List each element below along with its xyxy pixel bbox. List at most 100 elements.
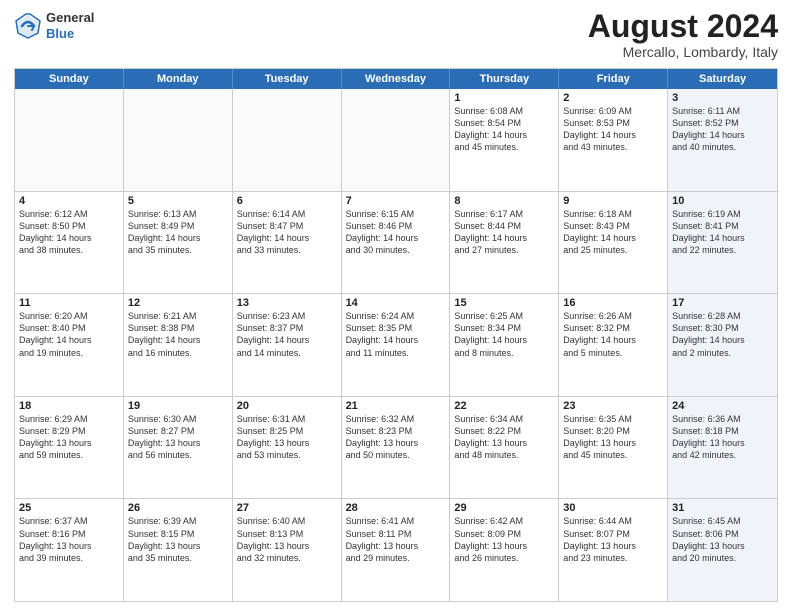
calendar-body: 1Sunrise: 6:08 AM Sunset: 8:54 PM Daylig… <box>15 89 777 601</box>
day-info: Sunrise: 6:41 AM Sunset: 8:11 PM Dayligh… <box>346 515 446 564</box>
day-info: Sunrise: 6:31 AM Sunset: 8:25 PM Dayligh… <box>237 413 337 462</box>
day-info: Sunrise: 6:44 AM Sunset: 8:07 PM Dayligh… <box>563 515 663 564</box>
cal-cell-6: 6Sunrise: 6:14 AM Sunset: 8:47 PM Daylig… <box>233 192 342 294</box>
day-info: Sunrise: 6:13 AM Sunset: 8:49 PM Dayligh… <box>128 208 228 257</box>
day-number: 11 <box>19 297 119 309</box>
day-info: Sunrise: 6:11 AM Sunset: 8:52 PM Dayligh… <box>672 105 773 154</box>
day-info: Sunrise: 6:24 AM Sunset: 8:35 PM Dayligh… <box>346 310 446 359</box>
day-number: 5 <box>128 195 228 207</box>
day-info: Sunrise: 6:30 AM Sunset: 8:27 PM Dayligh… <box>128 413 228 462</box>
cal-cell-5: 5Sunrise: 6:13 AM Sunset: 8:49 PM Daylig… <box>124 192 233 294</box>
cal-week-4: 25Sunrise: 6:37 AM Sunset: 8:16 PM Dayli… <box>15 498 777 601</box>
page: General Blue August 2024 Mercallo, Lomba… <box>0 0 792 612</box>
day-number: 22 <box>454 400 554 412</box>
day-info: Sunrise: 6:21 AM Sunset: 8:38 PM Dayligh… <box>128 310 228 359</box>
day-info: Sunrise: 6:19 AM Sunset: 8:41 PM Dayligh… <box>672 208 773 257</box>
cal-cell-empty <box>124 89 233 191</box>
calendar: SundayMondayTuesdayWednesdayThursdayFrid… <box>14 68 778 602</box>
cal-week-2: 11Sunrise: 6:20 AM Sunset: 8:40 PM Dayli… <box>15 293 777 396</box>
day-info: Sunrise: 6:15 AM Sunset: 8:46 PM Dayligh… <box>346 208 446 257</box>
cal-cell-21: 21Sunrise: 6:32 AM Sunset: 8:23 PM Dayli… <box>342 397 451 499</box>
cal-cell-26: 26Sunrise: 6:39 AM Sunset: 8:15 PM Dayli… <box>124 499 233 601</box>
cal-cell-27: 27Sunrise: 6:40 AM Sunset: 8:13 PM Dayli… <box>233 499 342 601</box>
cal-cell-empty <box>342 89 451 191</box>
day-number: 14 <box>346 297 446 309</box>
day-info: Sunrise: 6:42 AM Sunset: 8:09 PM Dayligh… <box>454 515 554 564</box>
day-info: Sunrise: 6:29 AM Sunset: 8:29 PM Dayligh… <box>19 413 119 462</box>
day-info: Sunrise: 6:32 AM Sunset: 8:23 PM Dayligh… <box>346 413 446 462</box>
cal-cell-12: 12Sunrise: 6:21 AM Sunset: 8:38 PM Dayli… <box>124 294 233 396</box>
logo-blue: Blue <box>46 26 94 42</box>
cal-cell-3: 3Sunrise: 6:11 AM Sunset: 8:52 PM Daylig… <box>668 89 777 191</box>
cal-cell-empty <box>233 89 342 191</box>
day-number: 1 <box>454 92 554 104</box>
title-month: August 2024 <box>588 10 778 42</box>
cal-header-wednesday: Wednesday <box>342 69 451 89</box>
cal-header-friday: Friday <box>559 69 668 89</box>
day-info: Sunrise: 6:39 AM Sunset: 8:15 PM Dayligh… <box>128 515 228 564</box>
day-number: 3 <box>672 92 773 104</box>
cal-header-saturday: Saturday <box>668 69 777 89</box>
cal-cell-29: 29Sunrise: 6:42 AM Sunset: 8:09 PM Dayli… <box>450 499 559 601</box>
day-number: 29 <box>454 502 554 514</box>
day-info: Sunrise: 6:26 AM Sunset: 8:32 PM Dayligh… <box>563 310 663 359</box>
cal-cell-28: 28Sunrise: 6:41 AM Sunset: 8:11 PM Dayli… <box>342 499 451 601</box>
cal-cell-11: 11Sunrise: 6:20 AM Sunset: 8:40 PM Dayli… <box>15 294 124 396</box>
cal-cell-13: 13Sunrise: 6:23 AM Sunset: 8:37 PM Dayli… <box>233 294 342 396</box>
title-location: Mercallo, Lombardy, Italy <box>588 44 778 60</box>
day-info: Sunrise: 6:23 AM Sunset: 8:37 PM Dayligh… <box>237 310 337 359</box>
day-number: 23 <box>563 400 663 412</box>
cal-week-0: 1Sunrise: 6:08 AM Sunset: 8:54 PM Daylig… <box>15 89 777 191</box>
day-info: Sunrise: 6:17 AM Sunset: 8:44 PM Dayligh… <box>454 208 554 257</box>
day-info: Sunrise: 6:12 AM Sunset: 8:50 PM Dayligh… <box>19 208 119 257</box>
cal-cell-24: 24Sunrise: 6:36 AM Sunset: 8:18 PM Dayli… <box>668 397 777 499</box>
logo-general: General <box>46 10 94 26</box>
day-number: 9 <box>563 195 663 207</box>
day-number: 27 <box>237 502 337 514</box>
cal-cell-23: 23Sunrise: 6:35 AM Sunset: 8:20 PM Dayli… <box>559 397 668 499</box>
cal-cell-2: 2Sunrise: 6:09 AM Sunset: 8:53 PM Daylig… <box>559 89 668 191</box>
day-number: 6 <box>237 195 337 207</box>
cal-cell-4: 4Sunrise: 6:12 AM Sunset: 8:50 PM Daylig… <box>15 192 124 294</box>
day-number: 17 <box>672 297 773 309</box>
cal-cell-7: 7Sunrise: 6:15 AM Sunset: 8:46 PM Daylig… <box>342 192 451 294</box>
cal-cell-25: 25Sunrise: 6:37 AM Sunset: 8:16 PM Dayli… <box>15 499 124 601</box>
day-info: Sunrise: 6:37 AM Sunset: 8:16 PM Dayligh… <box>19 515 119 564</box>
day-number: 28 <box>346 502 446 514</box>
logo-text: General Blue <box>46 10 94 41</box>
cal-cell-1: 1Sunrise: 6:08 AM Sunset: 8:54 PM Daylig… <box>450 89 559 191</box>
cal-header-monday: Monday <box>124 69 233 89</box>
cal-header-sunday: Sunday <box>15 69 124 89</box>
cal-cell-14: 14Sunrise: 6:24 AM Sunset: 8:35 PM Dayli… <box>342 294 451 396</box>
day-info: Sunrise: 6:45 AM Sunset: 8:06 PM Dayligh… <box>672 515 773 564</box>
cal-cell-30: 30Sunrise: 6:44 AM Sunset: 8:07 PM Dayli… <box>559 499 668 601</box>
day-number: 10 <box>672 195 773 207</box>
cal-header-tuesday: Tuesday <box>233 69 342 89</box>
day-number: 19 <box>128 400 228 412</box>
day-info: Sunrise: 6:25 AM Sunset: 8:34 PM Dayligh… <box>454 310 554 359</box>
day-number: 25 <box>19 502 119 514</box>
day-info: Sunrise: 6:18 AM Sunset: 8:43 PM Dayligh… <box>563 208 663 257</box>
day-number: 26 <box>128 502 228 514</box>
day-number: 8 <box>454 195 554 207</box>
cal-cell-17: 17Sunrise: 6:28 AM Sunset: 8:30 PM Dayli… <box>668 294 777 396</box>
day-number: 31 <box>672 502 773 514</box>
day-number: 30 <box>563 502 663 514</box>
day-info: Sunrise: 6:36 AM Sunset: 8:18 PM Dayligh… <box>672 413 773 462</box>
day-info: Sunrise: 6:14 AM Sunset: 8:47 PM Dayligh… <box>237 208 337 257</box>
cal-week-3: 18Sunrise: 6:29 AM Sunset: 8:29 PM Dayli… <box>15 396 777 499</box>
day-number: 7 <box>346 195 446 207</box>
cal-cell-8: 8Sunrise: 6:17 AM Sunset: 8:44 PM Daylig… <box>450 192 559 294</box>
cal-cell-18: 18Sunrise: 6:29 AM Sunset: 8:29 PM Dayli… <box>15 397 124 499</box>
day-info: Sunrise: 6:35 AM Sunset: 8:20 PM Dayligh… <box>563 413 663 462</box>
cal-week-1: 4Sunrise: 6:12 AM Sunset: 8:50 PM Daylig… <box>15 191 777 294</box>
logo: General Blue <box>14 10 94 41</box>
day-info: Sunrise: 6:34 AM Sunset: 8:22 PM Dayligh… <box>454 413 554 462</box>
cal-cell-10: 10Sunrise: 6:19 AM Sunset: 8:41 PM Dayli… <box>668 192 777 294</box>
cal-cell-empty <box>15 89 124 191</box>
day-info: Sunrise: 6:09 AM Sunset: 8:53 PM Dayligh… <box>563 105 663 154</box>
day-number: 13 <box>237 297 337 309</box>
cal-cell-22: 22Sunrise: 6:34 AM Sunset: 8:22 PM Dayli… <box>450 397 559 499</box>
cal-cell-9: 9Sunrise: 6:18 AM Sunset: 8:43 PM Daylig… <box>559 192 668 294</box>
day-number: 21 <box>346 400 446 412</box>
